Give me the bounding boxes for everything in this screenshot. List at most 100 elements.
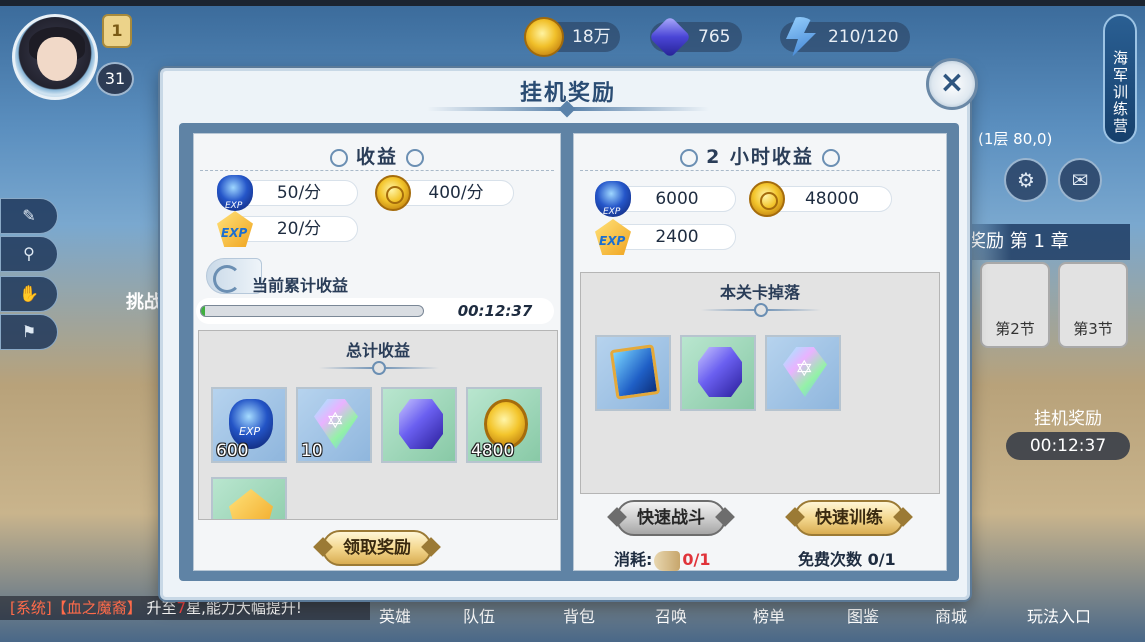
income-header-text: 收益 bbox=[355, 146, 398, 168]
current-income-label: 当前累计收益 bbox=[252, 276, 349, 295]
training-camp-button[interactable]: 海军训练营 bbox=[1103, 14, 1137, 144]
avatar-face bbox=[37, 37, 77, 81]
header-ornament-left bbox=[329, 148, 348, 167]
slot-count: 10 bbox=[301, 441, 323, 461]
rate-exp-gem-value: 50/分 bbox=[276, 183, 322, 203]
progress-fill bbox=[201, 306, 206, 316]
idle-reward-label[interactable]: 挂机奖励 bbox=[1018, 404, 1118, 429]
claim-reward-button[interactable]: 领取奖励 bbox=[322, 530, 432, 566]
header-ornament-right bbox=[821, 148, 840, 167]
section-3[interactable]: 第3节 bbox=[1058, 262, 1128, 348]
cost-label: 消耗: bbox=[614, 550, 653, 569]
challenge-label[interactable]: 挑战 bbox=[126, 288, 162, 314]
section-2[interactable]: 第2节 bbox=[980, 262, 1050, 348]
divider bbox=[580, 170, 940, 171]
tab-gameplay[interactable]: 玩法入口 bbox=[1016, 598, 1102, 642]
stage-drops-ornament bbox=[701, 303, 821, 317]
player-avatar[interactable] bbox=[12, 14, 98, 100]
right-tool-1[interactable]: ⚙ bbox=[1004, 158, 1048, 202]
left-tool-3[interactable]: ✋ bbox=[0, 276, 58, 312]
reward-slot-exp-gem[interactable]: 600 bbox=[211, 387, 287, 463]
floor-readout: (1层 80,0) bbox=[978, 130, 1053, 148]
left-tool-4[interactable]: ⚑ bbox=[0, 314, 58, 350]
two-hour-exp-gem: 6000 bbox=[595, 181, 736, 224]
dialog-frame: 收益 50/分 400/分 20/分 当前累计收益 00:12:3 bbox=[179, 123, 959, 581]
two-hour-header-text: 2 小时收益 bbox=[706, 146, 814, 168]
total-income-ornament bbox=[319, 361, 439, 375]
chat-text-b: 星,能力大幅提升! bbox=[186, 599, 302, 617]
rate-exp: 20/分 bbox=[217, 211, 358, 247]
tab-team[interactable]: 队伍 bbox=[444, 598, 514, 642]
rate-gold: 400/分 bbox=[375, 175, 514, 211]
exp-badge-icon bbox=[229, 489, 273, 519]
slot-count: 600 bbox=[216, 441, 249, 461]
close-button[interactable]: × bbox=[926, 58, 978, 110]
chat-text-a: 升至 bbox=[146, 599, 177, 617]
tab-heroes[interactable]: 英雄 bbox=[360, 598, 430, 642]
quick-train-button[interactable]: 快速训练 bbox=[794, 500, 904, 536]
reward-slot-gold[interactable]: 4800 bbox=[466, 387, 542, 463]
stage-drops-header: 本关卡掉落 bbox=[719, 283, 800, 302]
divider bbox=[200, 170, 554, 171]
two-hour-gold-value: 48000 bbox=[804, 189, 860, 209]
drop-slot-skill-book[interactable] bbox=[595, 335, 671, 411]
free-count: 免费次数 0/1 bbox=[798, 550, 896, 569]
chapter-banner[interactable]: 奖励 第 1 章 bbox=[960, 224, 1130, 260]
chat-name: 【血之魔裔】 bbox=[51, 599, 142, 617]
tab-ranking[interactable]: 榜单 bbox=[734, 598, 804, 642]
two-hour-exp-gem-value: 6000 bbox=[655, 189, 699, 209]
tab-bag[interactable]: 背包 bbox=[544, 598, 614, 642]
two-hour-gold: 48000 bbox=[749, 181, 892, 217]
gold-coin-icon bbox=[524, 17, 564, 57]
energy-icon bbox=[786, 17, 816, 57]
rate-gold-value: 400/分 bbox=[428, 183, 484, 203]
cost-readout: 消耗: 0/1 bbox=[614, 546, 711, 571]
income-header: 收益 bbox=[194, 142, 560, 169]
quick-battle-button[interactable]: 快速战斗 bbox=[616, 500, 726, 536]
income-panel: 收益 50/分 400/分 20/分 当前累计收益 00:12:3 bbox=[193, 133, 561, 571]
reward-slot-purple-gem[interactable] bbox=[381, 387, 457, 463]
two-hour-header: 2 小时收益 bbox=[574, 142, 946, 169]
header-ornament-right bbox=[406, 148, 424, 167]
drop-slot-purple-gem[interactable] bbox=[680, 335, 756, 411]
skill-book-icon bbox=[609, 344, 661, 400]
resource-gold[interactable]: 18万 bbox=[524, 17, 620, 57]
chat-sys: [系统] bbox=[10, 599, 52, 617]
star-crystal-icon bbox=[783, 347, 827, 397]
purple-gem-icon bbox=[698, 347, 742, 397]
rate-exp-value: 20/分 bbox=[276, 219, 322, 239]
accumulation-progress: 00:12:37 bbox=[196, 298, 554, 324]
elapsed-time: 00:12:37 bbox=[457, 302, 533, 320]
left-tool-1[interactable]: ✎ bbox=[0, 198, 58, 234]
resource-gem-value: 765 bbox=[698, 27, 731, 47]
resource-gem[interactable]: 765 bbox=[648, 15, 742, 59]
drop-slot-star-crystal[interactable] bbox=[765, 335, 841, 411]
tab-shop[interactable]: 商城 bbox=[916, 598, 986, 642]
chat-star: 7 bbox=[176, 599, 187, 617]
tab-codex[interactable]: 图鉴 bbox=[828, 598, 898, 642]
right-tool-2[interactable]: ✉ bbox=[1058, 158, 1102, 202]
two-hour-exp-value: 2400 bbox=[655, 227, 699, 247]
two-hour-panel: 2 小时收益 6000 48000 2400 本关卡掉落 bbox=[573, 133, 947, 571]
idle-reward-dialog: 挂机奖励 收益 50/分 400/分 20/分 当前累计收益 bbox=[160, 68, 970, 600]
total-income-box: 总计收益 600 10 4800 bbox=[198, 330, 558, 520]
progress-track bbox=[200, 305, 424, 317]
resource-energy-value: 210/120 bbox=[828, 27, 899, 47]
reward-slot-star-crystal[interactable]: 10 bbox=[296, 387, 372, 463]
resource-energy[interactable]: 210/120 bbox=[780, 17, 910, 57]
gem-icon bbox=[648, 15, 692, 59]
tab-summon[interactable]: 召唤 bbox=[636, 598, 706, 642]
reward-slot-exp[interactable] bbox=[211, 477, 287, 519]
slot-count: 4800 bbox=[471, 441, 515, 461]
purple-gem-icon bbox=[399, 399, 443, 449]
bottom-nav: 英雄 队伍 背包 召唤 榜单 图鉴 商城 玩法入口 bbox=[330, 598, 1120, 642]
header-ornament-left bbox=[680, 148, 699, 167]
stage-drops-box: 本关卡掉落 bbox=[580, 272, 940, 494]
player-level-badge: 31 bbox=[96, 62, 134, 96]
rate-exp-gem: 50/分 bbox=[217, 175, 358, 218]
two-hour-exp: 2400 bbox=[595, 219, 736, 255]
cost-value: 0/1 bbox=[682, 550, 711, 569]
resource-gold-value: 18万 bbox=[572, 27, 611, 47]
rank-badge[interactable]: 1 bbox=[102, 14, 132, 48]
left-tool-2[interactable]: ⚲ bbox=[0, 236, 58, 272]
